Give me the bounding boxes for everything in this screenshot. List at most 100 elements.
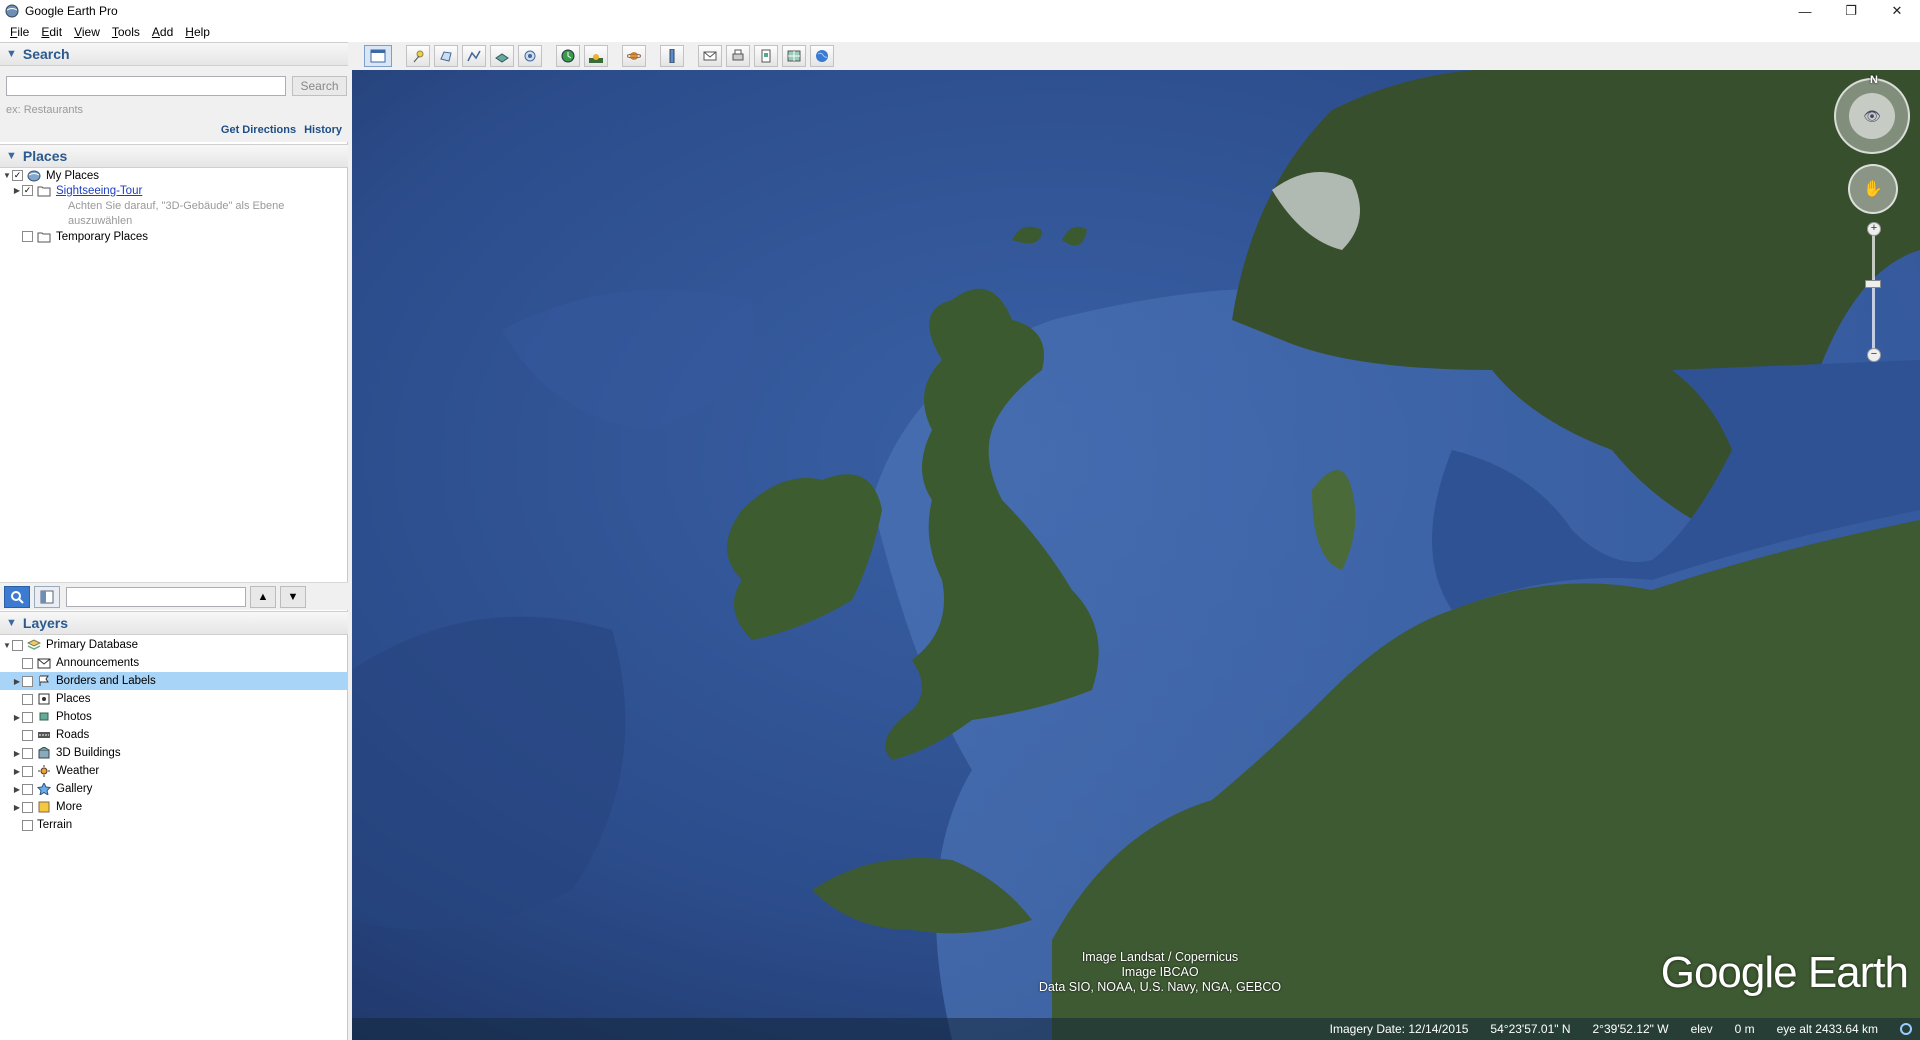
tree-item-my-places[interactable]: ▼ ✓ My Places: [0, 168, 348, 183]
path-icon: [467, 49, 481, 63]
layer-weather[interactable]: ▶ Weather: [0, 762, 348, 780]
expand-arrow-icon[interactable]: ▶: [12, 713, 22, 722]
close-button[interactable]: ✕: [1874, 0, 1920, 22]
building-icon: [37, 747, 51, 759]
expand-arrow-icon[interactable]: ▼: [2, 641, 12, 650]
arrow-down-icon: ▼: [288, 591, 299, 603]
compass-ring[interactable]: N 👁: [1834, 78, 1910, 154]
layer-places[interactable]: Places: [0, 690, 348, 708]
expand-arrow-icon[interactable]: ▶: [12, 767, 22, 776]
layer-photos[interactable]: ▶ Photos: [0, 708, 348, 726]
layer-label: Gallery: [56, 783, 92, 795]
menu-add[interactable]: Add: [146, 25, 179, 39]
tree-item-temporary-places[interactable]: Temporary Places: [0, 229, 348, 244]
save-image-button[interactable]: [754, 45, 778, 67]
view-in-maps-button[interactable]: [782, 45, 806, 67]
menu-edit[interactable]: Edit: [35, 25, 68, 39]
layer-3d-buildings[interactable]: ▶ 3D Buildings: [0, 744, 348, 762]
restore-button[interactable]: ❐: [1828, 0, 1874, 22]
sidebar-toggle-button[interactable]: [34, 586, 60, 608]
earth-button[interactable]: [810, 45, 834, 67]
zoom-slider[interactable]: + −: [1867, 222, 1879, 362]
add-path-button[interactable]: [462, 45, 486, 67]
add-polygon-button[interactable]: [434, 45, 458, 67]
zoom-in-icon[interactable]: +: [1867, 222, 1881, 236]
historical-imagery-button[interactable]: [556, 45, 580, 67]
ruler-button[interactable]: [660, 45, 684, 67]
checkbox[interactable]: [22, 820, 33, 831]
checkbox[interactable]: [22, 676, 33, 687]
record-tour-button[interactable]: [518, 45, 542, 67]
layer-borders-and-labels[interactable]: ▶ Borders and Labels: [0, 672, 348, 690]
search-header-label: Search: [23, 46, 70, 62]
places-filter-input[interactable]: [66, 587, 246, 607]
look-joystick-eye-icon[interactable]: 👁: [1849, 93, 1895, 139]
tree-item-label: My Places: [46, 170, 99, 182]
tree-item-label: Temporary Places: [56, 231, 148, 243]
move-up-button[interactable]: ▲: [250, 586, 276, 608]
layer-label: Weather: [56, 765, 99, 777]
checkbox[interactable]: [22, 748, 33, 759]
envelope-icon: [703, 49, 717, 63]
print-button[interactable]: [726, 45, 750, 67]
checkbox[interactable]: ✓: [22, 185, 33, 196]
add-placemark-button[interactable]: [406, 45, 430, 67]
hide-sidebar-button[interactable]: [364, 45, 392, 67]
my-places-icon: [27, 170, 41, 182]
ruler-icon: [665, 49, 679, 63]
layer-gallery[interactable]: ▶ Gallery: [0, 780, 348, 798]
pan-hand-icon[interactable]: ✋: [1848, 164, 1898, 214]
attribution-line: Image Landsat / Copernicus: [1010, 950, 1310, 965]
expand-arrow-icon[interactable]: ▶: [12, 186, 22, 195]
checkbox[interactable]: [22, 730, 33, 741]
expand-arrow-icon[interactable]: ▶: [12, 803, 22, 812]
checkbox[interactable]: [22, 231, 33, 242]
menu-tools[interactable]: Tools: [106, 25, 146, 39]
tree-item-sightseeing-tour[interactable]: ▶ ✓ Sightseeing-Tour: [0, 183, 348, 198]
search-header[interactable]: ▼ Search: [0, 42, 348, 66]
google-earth-logo: Google Earth: [1661, 948, 1908, 998]
layer-roads[interactable]: Roads: [0, 726, 348, 744]
checkbox[interactable]: [12, 640, 23, 651]
checkbox[interactable]: [22, 712, 33, 723]
menu-view[interactable]: View: [68, 25, 106, 39]
printer-icon: [731, 49, 745, 63]
sidebar-icon: [370, 49, 386, 63]
checkbox[interactable]: [22, 694, 33, 705]
checkbox[interactable]: [22, 802, 33, 813]
layers-header[interactable]: ▼ Layers: [0, 611, 348, 635]
checkbox[interactable]: ✓: [12, 170, 23, 181]
checkbox[interactable]: [22, 766, 33, 777]
move-down-button[interactable]: ▼: [280, 586, 306, 608]
earth-view[interactable]: Image Landsat / Copernicus Image IBCAO D…: [352, 70, 1920, 1040]
zoom-thumb[interactable]: [1865, 280, 1881, 288]
get-directions-link[interactable]: Get Directions: [221, 124, 296, 136]
expand-arrow-icon[interactable]: ▶: [12, 749, 22, 758]
expand-arrow-icon[interactable]: ▶: [12, 677, 22, 686]
checkbox[interactable]: [22, 658, 33, 669]
layer-announcements[interactable]: Announcements: [0, 654, 348, 672]
menu-file[interactable]: File: [4, 25, 35, 39]
switch-to-sky-button[interactable]: [622, 45, 646, 67]
satellite-imagery[interactable]: [352, 70, 1920, 1040]
polygon-icon: [439, 49, 453, 63]
search-button[interactable]: Search: [292, 76, 347, 96]
zoom-out-icon[interactable]: −: [1867, 348, 1881, 362]
layer-more[interactable]: ▶ More: [0, 798, 348, 816]
email-button[interactable]: [698, 45, 722, 67]
add-image-overlay-button[interactable]: [490, 45, 514, 67]
search-input[interactable]: [6, 76, 286, 96]
places-header[interactable]: ▼ Places: [0, 144, 348, 168]
checkbox[interactable]: [22, 784, 33, 795]
layer-primary-database[interactable]: ▼ Primary Database: [0, 636, 348, 654]
collapse-triangle-icon: ▼: [6, 617, 17, 629]
menu-help[interactable]: Help: [179, 25, 216, 39]
search-places-button[interactable]: [4, 586, 30, 608]
expand-arrow-icon[interactable]: ▼: [2, 171, 12, 180]
tree-item-label[interactable]: Sightseeing-Tour: [56, 185, 142, 197]
minimize-button[interactable]: —: [1782, 0, 1828, 22]
sunlight-button[interactable]: [584, 45, 608, 67]
history-link[interactable]: History: [304, 124, 342, 136]
expand-arrow-icon[interactable]: ▶: [12, 785, 22, 794]
layer-terrain[interactable]: Terrain: [0, 816, 348, 834]
